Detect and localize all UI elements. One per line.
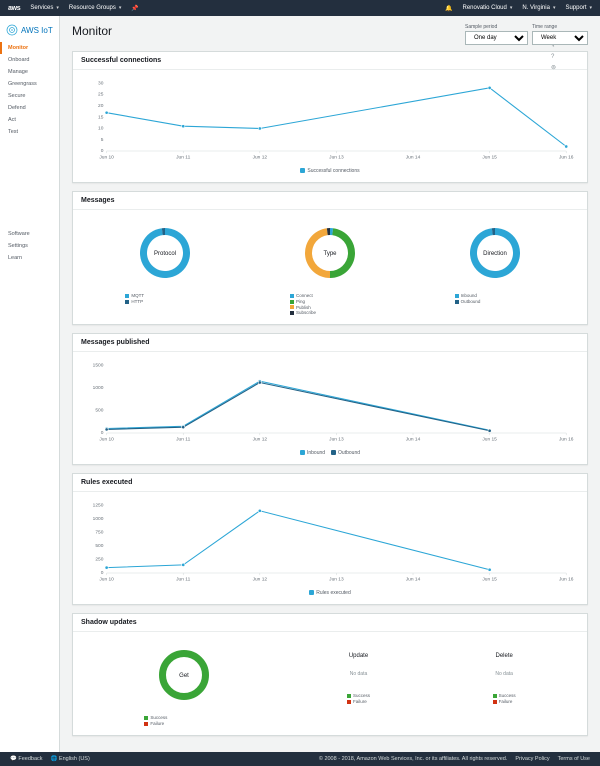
svg-text:Jun 13: Jun 13	[329, 437, 344, 443]
svg-text:Jun 10: Jun 10	[99, 155, 114, 161]
svg-text:Jun 11: Jun 11	[176, 437, 190, 443]
svg-text:0: 0	[101, 430, 104, 436]
sidebar-item-greengrass[interactable]: Greengrass	[0, 78, 59, 90]
nav-account[interactable]: Renovatio Cloud	[462, 5, 512, 11]
main-content: Monitor Sample period One day Time range…	[60, 16, 600, 752]
sidebar-item-defend[interactable]: Defend	[0, 102, 59, 114]
page-title: Monitor	[72, 24, 112, 38]
panel-rules: Rules executed 025050075010001250Jun 10J…	[72, 473, 588, 605]
aws-logo[interactable]: aws	[8, 5, 20, 12]
svg-text:Jun 16: Jun 16	[559, 577, 574, 583]
svg-text:1250: 1250	[93, 503, 104, 509]
sidebar-item-software[interactable]: Software	[0, 228, 59, 240]
global-nav: aws Services Resource Groups 📌 🔔 Renovat…	[0, 0, 600, 16]
donut-get: Get SuccessFailure	[144, 640, 224, 727]
svg-text:Jun 12: Jun 12	[253, 577, 268, 583]
svg-text:30: 30	[98, 80, 104, 86]
settings-gear-icon[interactable]: ⊚	[551, 64, 556, 71]
sample-period-label: Sample period	[465, 24, 528, 30]
iot-icon	[6, 24, 18, 36]
svg-text:750: 750	[95, 530, 103, 536]
svg-text:Jun 14: Jun 14	[406, 577, 421, 583]
svg-text:500: 500	[95, 408, 103, 414]
svg-text:Jun 13: Jun 13	[329, 155, 344, 161]
svg-text:Type: Type	[323, 251, 337, 257]
svg-text:Direction: Direction	[483, 251, 507, 257]
help-icon[interactable]: ?	[551, 54, 556, 60]
svg-text:15: 15	[98, 114, 104, 120]
svg-text:1000: 1000	[93, 385, 104, 391]
svg-text:0: 0	[101, 570, 104, 576]
svg-text:20: 20	[98, 103, 104, 109]
svg-text:Jun 15: Jun 15	[482, 437, 497, 443]
sidebar-item-test[interactable]: Test	[0, 126, 59, 138]
svg-text:Jun 11: Jun 11	[176, 577, 190, 583]
svg-text:Jun 16: Jun 16	[559, 437, 574, 443]
panel-shadow: Shadow updates Get SuccessFailure Update…	[72, 613, 588, 736]
notifications-icon[interactable]: ◔	[551, 44, 556, 50]
svg-text:Jun 12: Jun 12	[253, 155, 268, 161]
sidebar-item-monitor[interactable]: Monitor	[0, 42, 59, 54]
svg-text:Jun 14: Jun 14	[406, 437, 421, 443]
svg-text:5: 5	[101, 137, 104, 143]
panel-messages: Messages Protocol MQTTHTTP Type ConnectP…	[72, 191, 588, 325]
sidebar-item-secure[interactable]: Secure	[0, 90, 59, 102]
svg-text:1500: 1500	[93, 363, 104, 369]
shadow-delete-empty: Delete No data SuccessFailure	[493, 640, 516, 727]
svg-text:Protocol: Protocol	[154, 251, 176, 257]
panel-published: Messages published 050010001500Jun 10Jun…	[72, 333, 588, 465]
pin-icon[interactable]: 📌	[131, 5, 138, 12]
time-range-select[interactable]: Week	[532, 31, 588, 45]
nav-support[interactable]: Support	[565, 5, 592, 11]
svg-text:Jun 13: Jun 13	[329, 577, 344, 583]
svg-text:Jun 10: Jun 10	[99, 437, 114, 443]
donut-protocol: Protocol MQTTHTTP	[125, 218, 205, 316]
svg-text:Jun 15: Jun 15	[482, 577, 497, 583]
donut-type: Type ConnectPingPublishSubscribe	[290, 218, 370, 316]
sidebar-item-learn[interactable]: Learn	[0, 252, 59, 264]
svg-text:0: 0	[101, 148, 104, 154]
sidebar-item-manage[interactable]: Manage	[0, 66, 59, 78]
nav-region[interactable]: N. Virginia	[522, 5, 555, 11]
shadow-update-empty: Update No data SuccessFailure	[347, 640, 370, 727]
sidebar-item-settings[interactable]: Settings	[0, 240, 59, 252]
time-range-label: Time range	[532, 24, 588, 30]
chart-rules: 0 250 500 750 1000 1250 Jun 10 Jun 11 Jun 12 Jun …	[83, 500, 577, 586]
svg-text:25: 25	[98, 92, 104, 98]
svg-text:Jun 11: Jun 11	[176, 155, 190, 161]
chart-published: 0 500 1000 1500 Jun 10 Jun 11 Jun 12 Jun 13 Jun …	[83, 360, 577, 446]
svg-text:10: 10	[98, 126, 104, 132]
svg-text:Jun 10: Jun 10	[99, 577, 114, 583]
panel-connections: Successful connections 051015202530Jun 1…	[72, 51, 588, 183]
service-brand[interactable]: AWS IoT	[0, 24, 59, 42]
svg-text:Jun 12: Jun 12	[253, 437, 268, 443]
svg-text:Get: Get	[179, 673, 189, 679]
svg-text:Jun 15: Jun 15	[482, 155, 497, 161]
sidebar: AWS IoT MonitorOnboardManageGreengrassSe…	[0, 16, 60, 752]
svg-text:Jun 14: Jun 14	[406, 155, 421, 161]
chart-connections: 0 5 10 15 20 25 30 Jun 10 Jun 11 Jun 12 Jun 13 Jun …	[83, 78, 577, 164]
svg-text:250: 250	[95, 557, 103, 563]
svg-text:500: 500	[95, 543, 103, 549]
sidebar-item-act[interactable]: Act	[0, 114, 59, 126]
sample-period-select[interactable]: One day	[465, 31, 528, 45]
svg-text:1000: 1000	[93, 516, 104, 522]
nav-resource-groups[interactable]: Resource Groups	[69, 5, 122, 11]
svg-text:Jun 16: Jun 16	[559, 155, 574, 161]
bell-icon[interactable]: 🔔	[445, 5, 452, 12]
sidebar-item-onboard[interactable]: Onboard	[0, 54, 59, 66]
donut-direction: Direction InboundOutbound	[455, 218, 535, 316]
nav-services[interactable]: Services	[30, 5, 59, 11]
